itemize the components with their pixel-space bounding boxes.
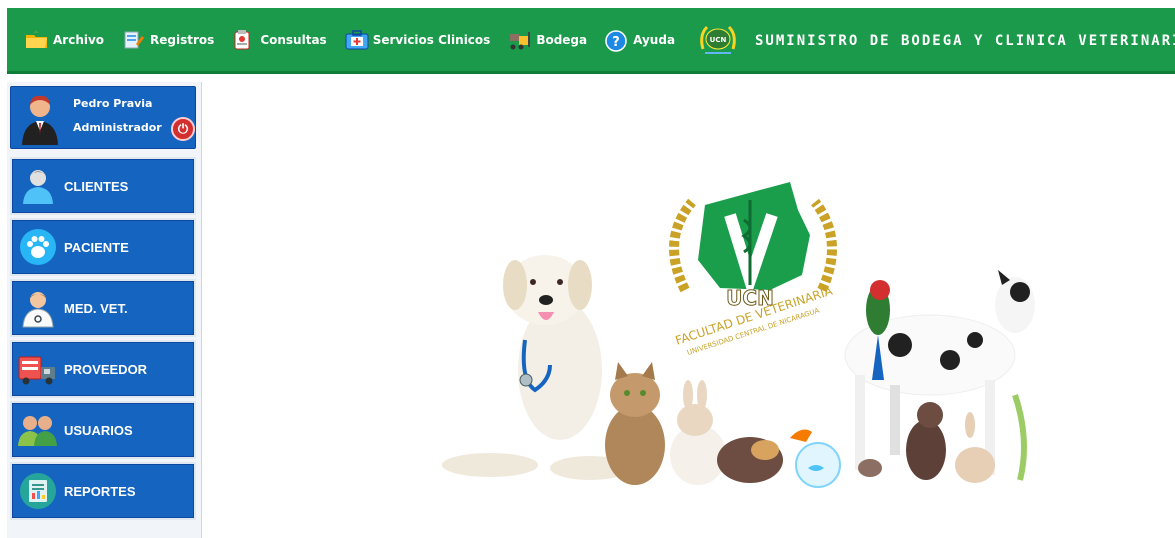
paw-icon — [16, 225, 60, 269]
faculty-logo: UCN FACULTAD DE VETERINARIA UNIVERSIDAD … — [669, 182, 837, 357]
nav-usuarios-button[interactable]: USUARIOS — [12, 403, 194, 457]
user-avatar-icon — [19, 93, 61, 145]
menu-consultas[interactable]: Consultas — [232, 30, 327, 50]
help-icon: ? — [605, 30, 627, 52]
dog-illustration — [442, 255, 630, 480]
kitten-illustration — [858, 402, 946, 480]
clipboard-icon — [232, 30, 254, 50]
menu-registros[interactable]: Registros — [122, 30, 214, 50]
users-icon — [16, 408, 60, 452]
guinea-pig-illustration — [717, 437, 783, 483]
app-brand: UCN SUMINISTRO DE BODEGA Y CLINICA VETER… — [697, 23, 1175, 59]
client-icon — [16, 164, 60, 208]
nav-medvet-label: MED. VET. — [64, 300, 128, 316]
menu-consultas-label: Consultas — [260, 33, 327, 47]
nav-clientes-label: CLIENTES — [64, 178, 129, 194]
forklift-icon — [508, 30, 531, 50]
nav-medvet-button[interactable]: MED. VET. — [12, 281, 194, 335]
hero-illustration: UCN FACULTAD DE VETERINARIA UNIVERSIDAD … — [442, 182, 1035, 488]
rabbit-illustration — [670, 380, 726, 485]
registry-icon — [122, 30, 145, 50]
user-name: Pedro Pravia — [73, 97, 153, 110]
brand-logo-text: UCN — [710, 36, 727, 44]
cat-illustration — [605, 362, 665, 485]
menu-ayuda-label: Ayuda — [633, 33, 676, 47]
power-icon[interactable]: ⏻ — [171, 117, 195, 141]
report-icon — [16, 469, 60, 513]
menu-servicios-clinicos[interactable]: Servicios Clinicos — [345, 30, 491, 50]
app-title: SUMINISTRO DE BODEGA Y CLINICA VETERINAR… — [755, 33, 1175, 49]
user-panel: Pedro Pravia Administrador ⏻ — [10, 86, 196, 149]
menu-archivo[interactable]: Archivo — [25, 30, 104, 50]
truck-icon — [16, 347, 60, 391]
doctor-icon — [16, 286, 60, 330]
bird-and-fishbowl-illustration — [790, 429, 841, 488]
menu-servicios-label: Servicios Clinicos — [372, 33, 491, 47]
svg-text:?: ? — [612, 35, 620, 50]
sidebar: Pedro Pravia Administrador ⏻ CLIENTES PA… — [7, 82, 202, 538]
nav-clientes-button[interactable]: CLIENTES — [12, 159, 194, 213]
nav-reportes-button[interactable]: REPORTES — [12, 464, 194, 518]
nav-proveedor-label: PROVEEDOR — [64, 361, 148, 377]
nav-paciente-label: PACIENTE — [64, 239, 129, 255]
main-menu: Archivo Registros Consultas Servicios Cl… — [25, 30, 693, 52]
folder-icon — [25, 30, 47, 50]
nav-reportes-label: REPORTES — [64, 483, 136, 499]
nav-proveedor-button[interactable]: PROVEEDOR — [12, 342, 194, 396]
medical-kit-icon — [345, 30, 369, 50]
nav-usuarios-label: USUARIOS — [64, 422, 133, 438]
menu-bodega[interactable]: Bodega — [508, 30, 587, 50]
nav-paciente-button[interactable]: PACIENTE — [12, 220, 194, 274]
menu-archivo-label: Archivo — [53, 33, 105, 47]
top-menu-bar: Archivo Registros Consultas Servicios Cl… — [7, 8, 1175, 74]
user-role: Administrador — [73, 121, 162, 134]
menu-registros-label: Registros — [150, 33, 215, 47]
menu-ayuda[interactable]: ? Ayuda — [605, 30, 676, 52]
ucn-logo-icon: UCN — [697, 23, 739, 59]
menu-bodega-label: Bodega — [536, 33, 588, 47]
